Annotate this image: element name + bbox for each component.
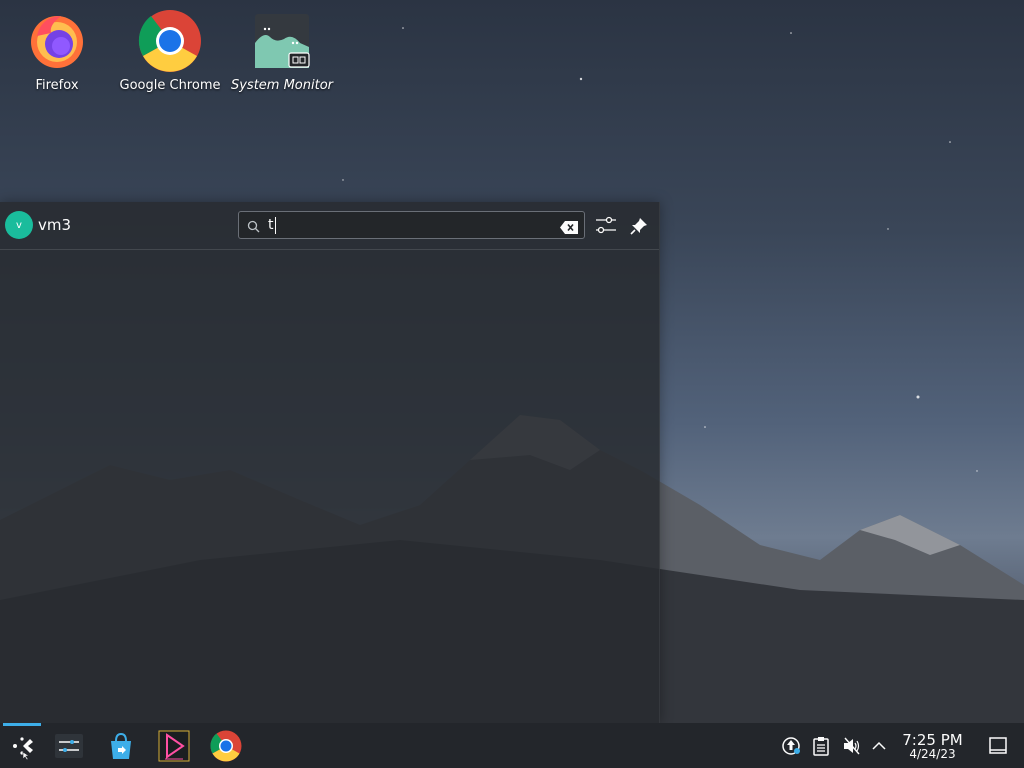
desktop-icon-chrome[interactable]: Google Chrome [114, 8, 226, 93]
media-player-icon[interactable] [155, 727, 193, 765]
search-input[interactable]: t [238, 211, 585, 239]
settings-icon[interactable] [50, 727, 88, 765]
expand-tray-icon[interactable] [871, 736, 887, 760]
desktop-icon-firefox[interactable]: Firefox [1, 8, 113, 93]
avatar[interactable]: v [5, 211, 33, 239]
search-query: t [268, 217, 274, 233]
clock-date[interactable]: 4/24/23 [895, 747, 970, 761]
updates-icon[interactable] [781, 736, 801, 760]
application-launcher-panel: v vm3 t [0, 202, 660, 723]
text-caret [275, 217, 276, 234]
pin-icon[interactable] [630, 217, 648, 239]
desktop-icon-label: Firefox [35, 78, 79, 93]
discover-store-icon[interactable] [102, 727, 140, 765]
desktop-icon-label: System Monitor [230, 78, 334, 93]
search-icon [247, 218, 260, 237]
chrome-icon [137, 8, 203, 74]
application-launcher-icon[interactable] [3, 727, 41, 765]
avatar-initial: v [16, 219, 22, 231]
desktop-icon-label: Google Chrome [119, 78, 221, 93]
user-name: vm3 [38, 216, 72, 234]
volume-muted-icon[interactable] [842, 736, 862, 760]
active-task-indicator [3, 723, 41, 726]
chrome-icon[interactable] [207, 727, 245, 765]
taskbar: 7:25 PM 4/24/23 [0, 723, 1024, 768]
configure-icon[interactable] [596, 216, 616, 238]
desktop-icon-system-monitor[interactable]: System Monitor [226, 8, 338, 93]
launcher-header: v vm3 t [0, 202, 659, 250]
show-desktop-icon[interactable] [989, 737, 1007, 758]
system-monitor-icon [249, 8, 315, 74]
clear-search-icon[interactable] [560, 219, 578, 238]
clipboard-icon[interactable] [812, 736, 830, 760]
firefox-icon [24, 8, 90, 74]
